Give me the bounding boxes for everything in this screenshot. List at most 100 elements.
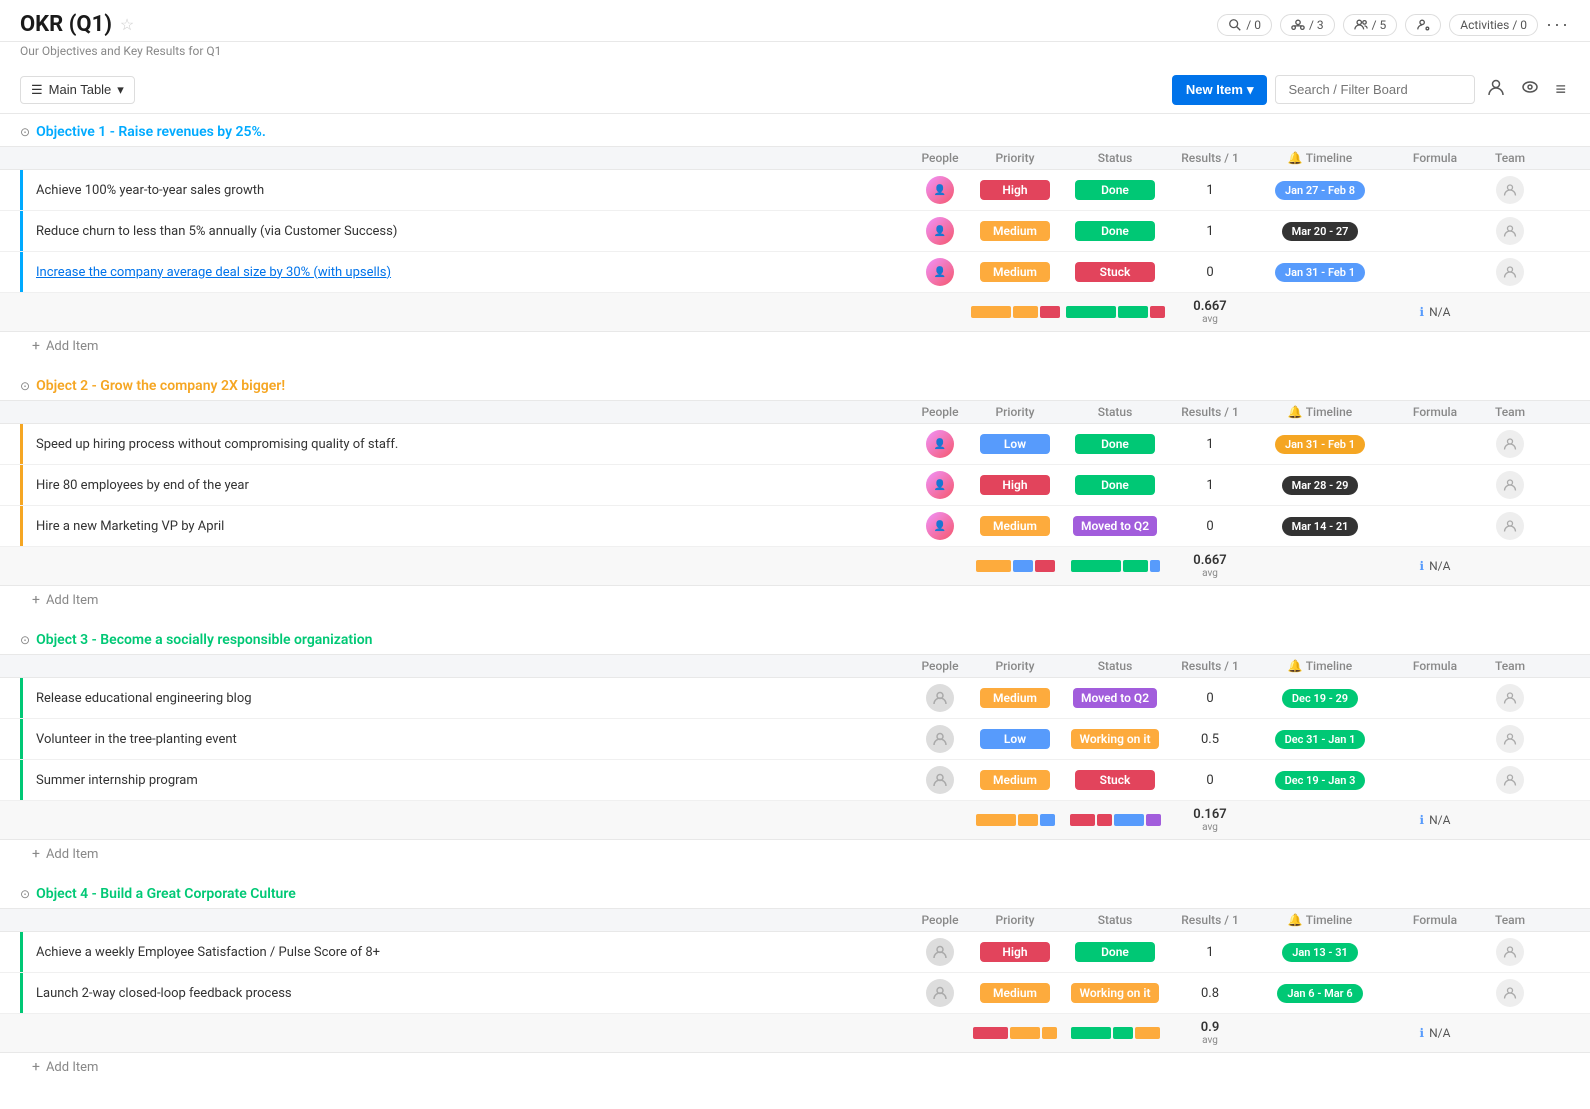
timeline-badge[interactable]: Jan 27 - Feb 8 — [1275, 181, 1365, 200]
priority-badge[interactable]: Low — [980, 434, 1050, 454]
timeline-badge[interactable]: Mar 20 - 27 — [1282, 222, 1359, 241]
add-item-row-1[interactable]: + Add Item — [0, 332, 1590, 360]
item-name-cell: Reduce churn to less than 5% annually (v… — [20, 223, 910, 239]
chat-icon[interactable]: 💬 — [298, 182, 315, 198]
chat-icon[interactable]: 💬 — [396, 944, 413, 960]
settings-person-badge[interactable] — [1405, 14, 1441, 36]
status-bar-seg — [1150, 560, 1160, 572]
status-badge[interactable]: Done — [1075, 221, 1155, 241]
status-badge[interactable]: Done — [1075, 942, 1155, 962]
chat-icon[interactable]: 💬 — [268, 690, 285, 706]
status-badge[interactable]: Moved to Q2 — [1073, 688, 1157, 708]
obj-toggle-4[interactable]: ⊙ — [20, 887, 30, 901]
item-name: Hire 80 employees by end of the year — [36, 478, 249, 493]
status-badge[interactable]: Stuck — [1075, 262, 1155, 282]
status-badge[interactable]: Working on it — [1071, 729, 1158, 749]
priority-badge[interactable]: Medium — [980, 516, 1050, 536]
persons-count: / 5 — [1372, 18, 1387, 32]
item-name[interactable]: Increase the company average deal size b… — [36, 265, 391, 280]
summary-formula: ℹ N/A — [1390, 559, 1480, 573]
summary-avg-label: avg — [1170, 568, 1250, 579]
subtitle: Our Objectives and Key Results for Q1 — [0, 42, 1590, 66]
status-badge[interactable]: Working on it — [1071, 983, 1158, 1003]
summary-formula: ℹ N/A — [1390, 1026, 1480, 1040]
col-results: Results / 1 — [1170, 151, 1250, 165]
timeline-badge[interactable]: Jan 6 - Mar 6 — [1277, 984, 1362, 1003]
chat-icon[interactable]: 💬 — [240, 518, 257, 534]
search-filter-input[interactable] — [1275, 75, 1475, 104]
timeline-badge[interactable]: Jan 31 - Feb 1 — [1275, 435, 1365, 454]
status-badge[interactable]: Done — [1075, 180, 1155, 200]
timeline-badge[interactable]: Dec 19 - Jan 3 — [1275, 771, 1366, 790]
timeline-badge[interactable]: Jan 13 - 31 — [1282, 943, 1358, 962]
status-bar-seg — [1097, 814, 1112, 826]
chat-icon[interactable]: 💬 — [214, 772, 231, 788]
filter-icon-button[interactable]: ≡ — [1551, 75, 1570, 104]
priority-badge[interactable]: High — [980, 180, 1050, 200]
new-item-button[interactable]: New Item ▾ — [1172, 75, 1268, 105]
summary-row-4: 0.9 avg ℹ N/A — [0, 1014, 1590, 1053]
item-name: Reduce churn to less than 5% annually (v… — [36, 224, 397, 239]
connections-badge[interactable]: / 3 — [1280, 14, 1335, 36]
status-badge[interactable]: Done — [1075, 475, 1155, 495]
priority-badge[interactable]: Medium — [980, 770, 1050, 790]
chat-icon[interactable]: 💬 — [308, 985, 325, 1001]
obj-toggle-1[interactable]: ⊙ — [20, 125, 30, 139]
user-icon-button[interactable] — [1483, 74, 1509, 105]
timeline-badge[interactable]: Jan 31 - Feb 1 — [1275, 263, 1365, 282]
objective-title-2[interactable]: Object 2 - Grow the company 2X bigger! — [36, 378, 285, 394]
status-badge[interactable]: Done — [1075, 434, 1155, 454]
obj-toggle-2[interactable]: ⊙ — [20, 379, 30, 393]
priority-badge[interactable]: Low — [980, 729, 1050, 749]
priority-badge[interactable]: Medium — [980, 262, 1050, 282]
timeline-badge[interactable]: Mar 28 - 29 — [1282, 476, 1359, 495]
priority-badge[interactable]: Medium — [980, 688, 1050, 708]
star-icon[interactable]: ☆ — [120, 15, 134, 34]
priority-badge[interactable]: High — [980, 475, 1050, 495]
objective-title-3[interactable]: Object 3 - Become a socially responsible… — [36, 632, 372, 648]
add-item-label: Add Item — [46, 1060, 98, 1075]
timeline-badge[interactable]: Mar 14 - 21 — [1282, 517, 1359, 536]
priority-badge[interactable]: Medium — [980, 221, 1050, 241]
priority-badge[interactable]: High — [980, 942, 1050, 962]
chat-icon[interactable]: 💬 — [407, 264, 424, 280]
status-bar-seg — [1070, 814, 1095, 826]
eye-icon-button[interactable] — [1517, 74, 1543, 105]
item-name: Achieve a weekly Employee Satisfaction /… — [36, 945, 380, 960]
summary-avg-label: avg — [1170, 822, 1250, 833]
priority-badge[interactable]: Medium — [980, 983, 1050, 1003]
objective-title-4[interactable]: Object 4 - Build a Great Corporate Cultu… — [36, 886, 296, 902]
team-placeholder — [1496, 430, 1524, 458]
timeline-badge[interactable]: Dec 31 - Jan 1 — [1275, 730, 1366, 749]
chat-icon[interactable]: 💬 — [265, 477, 282, 493]
persons-badge[interactable]: / 5 — [1343, 14, 1398, 36]
priority-cell: Medium — [970, 262, 1060, 282]
search-count: / 0 — [1246, 18, 1261, 32]
objective-section-4: ⊙ Object 4 - Build a Great Corporate Cul… — [0, 876, 1590, 1081]
more-button[interactable]: ··· — [1546, 14, 1570, 35]
status-cell: Done — [1060, 434, 1170, 454]
add-item-row-2[interactable]: + Add Item — [0, 586, 1590, 614]
priority-cell: Medium — [970, 770, 1060, 790]
status-badge[interactable]: Moved to Q2 — [1073, 516, 1157, 536]
people-cell: 👤 — [910, 430, 970, 458]
add-item-row-3[interactable]: + Add Item — [0, 840, 1590, 868]
status-cell: Done — [1060, 221, 1170, 241]
chat-icon[interactable]: 💬 — [413, 223, 430, 239]
results-cell: 1 — [1170, 478, 1250, 493]
chat-icon[interactable]: 💬 — [414, 436, 431, 452]
main-table-button[interactable]: ☰ Main Table ▾ — [20, 76, 135, 104]
priority-bar-seg — [1040, 306, 1060, 318]
priority-cell: High — [970, 180, 1060, 200]
col-results: Results / 1 — [1170, 659, 1250, 673]
search-badge[interactable]: / 0 — [1217, 14, 1272, 36]
team-placeholder — [1496, 217, 1524, 245]
objective-title-1[interactable]: Objective 1 - Raise revenues by 25%. — [36, 124, 266, 140]
add-item-row-4[interactable]: + Add Item — [0, 1053, 1590, 1081]
status-badge[interactable]: Stuck — [1075, 770, 1155, 790]
timeline-badge[interactable]: Dec 19 - 29 — [1282, 689, 1358, 708]
chat-icon[interactable]: 💬 — [253, 731, 270, 747]
activities-badge[interactable]: Activities / 0 — [1449, 14, 1538, 36]
col-results: Results / 1 — [1170, 405, 1250, 419]
obj-toggle-3[interactable]: ⊙ — [20, 633, 30, 647]
